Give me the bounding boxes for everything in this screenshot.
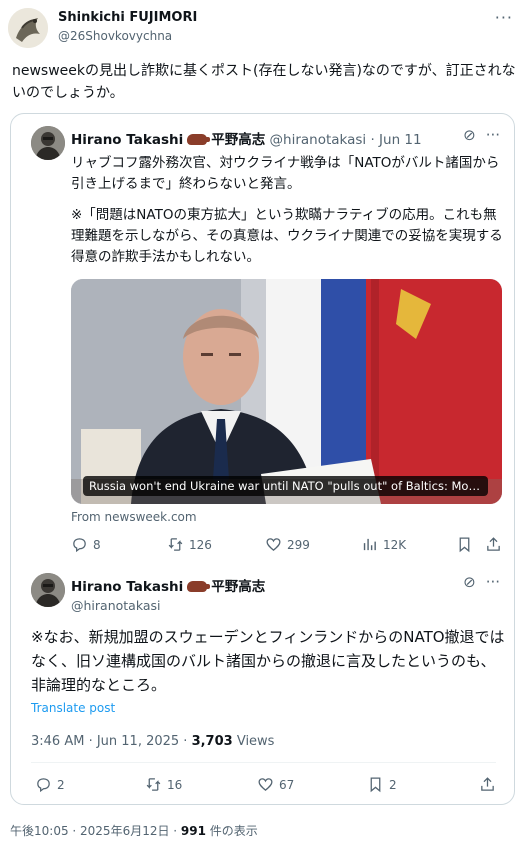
quoted-header: Hirano Takashi 平野高志 @hiranotakasi · Jun 1… [71,128,422,148]
views-count: 12K [383,537,407,552]
repost-count: 16 [167,777,183,792]
reply-button[interactable]: 8 [71,536,101,553]
share-button[interactable] [479,776,501,793]
reply-views-count: 3,703 [191,734,233,749]
outer-views-count: 991 [180,824,206,838]
link-source[interactable]: From newsweek.com [71,510,197,524]
outer-author-name[interactable]: Shinkichi FUJIMORI [58,10,197,25]
link-card-title[interactable]: Russia won't end Ukraine war until NATO … [83,476,488,496]
reply-timestamp[interactable]: 3:46 AM · Jun 11, 2025 · [31,734,192,749]
bookmark-button[interactable] [456,536,478,553]
quoted-author-name-jp[interactable]: 平野高志 [211,132,265,148]
quoted-date[interactable]: · Jun 11 [370,132,421,148]
heart-icon [266,538,281,551]
reply-icon [73,538,86,553]
more-icon[interactable]: ··· [486,126,500,144]
outer-avatar[interactable] [8,8,48,48]
reply-author-name-jp[interactable]: 平野高志 [211,579,265,595]
reply-icon [37,778,50,793]
reply-views-label: Views [232,734,275,749]
quoted-paragraph-2: ※「問題はNATOの東方拡大」という欺瞞ナラティブの応用。これも無理難題を示しな… [71,207,503,265]
quoted-text: リャブコフ露外務次官、対ウクライナ戦争は「NATOがバルト諸国から引き上げるまで… [71,153,506,278]
reply-count: 2 [57,777,65,792]
like-button[interactable]: 299 [265,536,310,553]
like-count: 67 [279,777,295,792]
reply-text: ※なお、新規加盟のスウェーデンとフィンランドからのNATO撤退ではなく、旧ソ連構… [31,628,505,694]
quoted-action-bar: 8 126 299 12K [71,536,502,556]
repost-icon [146,778,161,791]
quoted-avatar[interactable] [31,126,65,160]
heart-icon [258,778,273,791]
like-count: 299 [287,537,310,552]
pig-icon [187,581,211,592]
bookmark-count: 2 [389,777,397,792]
reply-author-handle[interactable]: @hiranotakasi [71,598,161,613]
outer-views-label: 件の表示 [205,824,258,838]
share-icon [487,537,500,551]
bookmark-button[interactable]: 2 [367,776,397,793]
views-button[interactable]: 12K [361,536,406,553]
quoted-paragraph-1: リャブコフ露外務次官、対ウクライナ戦争は「NATOがバルト諸国から引き上げるまで… [71,155,500,192]
repost-icon [168,538,183,551]
grok-icon[interactable]: ⊘ [463,126,476,144]
repost-button[interactable]: 126 [167,536,212,553]
reply-meta: 3:46 AM · Jun 11, 2025 · 3,703 Views [31,734,274,749]
outer-timestamp[interactable]: 午後10:05 · 2025年6月12日 · [10,824,181,838]
grok-icon[interactable]: ⊘ [463,573,476,591]
repost-count: 126 [189,537,212,552]
quoted-author-name[interactable]: Hirano Takashi [71,132,183,148]
repost-button[interactable]: 16 [145,776,182,793]
reply-header-icons: ⊘ ··· [453,573,500,591]
quoted-author-handle[interactable]: @hiranotakasi [270,132,367,148]
divider [31,762,496,763]
reply-action-bar: 2 16 67 2 [35,776,500,796]
reply-avatar[interactable] [31,573,65,607]
link-card-image[interactable]: Russia won't end Ukraine war until NATO … [71,279,502,504]
outer-tweet-header: Shinkichi FUJIMORI @26Shovkovychna ··· [8,8,517,48]
reply-button[interactable]: 2 [35,776,65,793]
like-button[interactable]: 67 [257,776,294,793]
quoted-header-icons: ⊘ ··· [453,126,500,144]
translate-link[interactable]: Translate post [31,701,115,715]
more-icon[interactable]: ··· [486,573,500,591]
thread-card[interactable]: Hirano Takashi 平野高志 @hiranotakasi · Jun 1… [10,113,515,805]
outer-tweet-text: newsweekの見出し詐欺に基くポスト(存在しない発言)なのですが、訂正されな… [12,63,516,101]
share-icon [481,777,494,791]
analytics-icon [363,538,376,551]
pig-icon [187,134,211,145]
bookmark-icon [370,777,381,793]
outer-tweet-meta: 午後10:05 · 2025年6月12日 · 991 件の表示 [10,822,258,839]
share-button[interactable] [485,536,507,553]
more-icon[interactable]: ··· [495,8,513,27]
outer-author-handle[interactable]: @26Shovkovychna [58,29,172,43]
reply-header: Hirano Takashi 平野高志 [71,575,265,595]
reply-author-name[interactable]: Hirano Takashi [71,579,183,595]
bookmark-icon [459,537,470,553]
reply-count: 8 [93,537,101,552]
